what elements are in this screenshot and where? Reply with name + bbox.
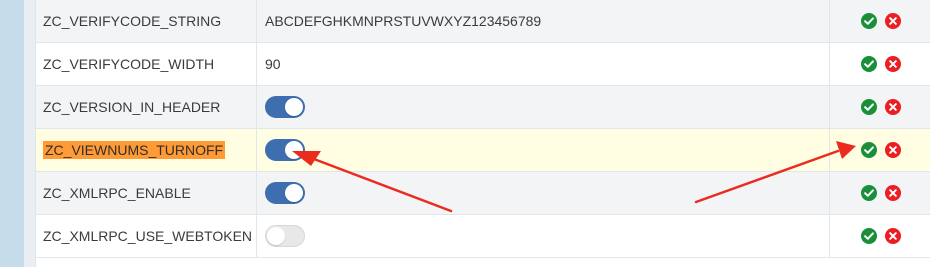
setting-name: ZC_XMLRPC_ENABLE bbox=[43, 185, 191, 201]
check-circle-icon[interactable] bbox=[860, 228, 877, 244]
setting-actions bbox=[830, 0, 930, 42]
check-circle-icon[interactable] bbox=[860, 13, 877, 29]
setting-name-cell: ZC_VERIFYCODE_WIDTH bbox=[36, 43, 257, 85]
toggle-switch[interactable] bbox=[265, 139, 305, 161]
check-circle-icon[interactable] bbox=[860, 185, 877, 201]
table-row: ZC_VERIFYCODE_WIDTH 90 bbox=[36, 43, 930, 86]
check-circle-icon[interactable] bbox=[860, 142, 877, 158]
setting-name: ZC_VERIFYCODE_WIDTH bbox=[43, 56, 215, 72]
toggle-knob bbox=[285, 98, 303, 116]
check-circle-icon[interactable] bbox=[860, 56, 877, 72]
close-circle-icon[interactable] bbox=[884, 185, 901, 201]
setting-value: 90 bbox=[265, 56, 281, 72]
setting-name-cell: ZC_VERIFYCODE_STRING bbox=[36, 0, 257, 42]
check-circle-icon[interactable] bbox=[860, 99, 877, 115]
table-row: ZC_VERIFYCODE_STRING ABCDEFGHKMNPRSTUVWX… bbox=[36, 0, 930, 43]
setting-actions bbox=[830, 43, 930, 85]
table-row: ZC_XMLRPC_USE_WEBTOKEN bbox=[36, 215, 930, 258]
setting-name-cell: ZC_VIEWNUMS_TURNOFF bbox=[36, 129, 257, 171]
close-circle-icon[interactable] bbox=[884, 56, 901, 72]
setting-value: ABCDEFGHKMNPRSTUVWXYZ123456789 bbox=[265, 13, 542, 29]
settings-table: ZC_VERIFYCODE_STRING ABCDEFGHKMNPRSTUVWX… bbox=[35, 0, 930, 267]
setting-name: ZC_VERIFYCODE_STRING bbox=[43, 13, 222, 29]
setting-actions bbox=[830, 215, 930, 257]
setting-name: ZC_VERSION_IN_HEADER bbox=[43, 99, 221, 115]
close-circle-icon[interactable] bbox=[884, 13, 901, 29]
setting-name: ZC_VIEWNUMS_TURNOFF bbox=[43, 141, 226, 159]
setting-value-cell bbox=[257, 215, 830, 257]
setting-value-cell: ABCDEFGHKMNPRSTUVWXYZ123456789 bbox=[257, 0, 830, 42]
setting-value-cell bbox=[257, 86, 830, 128]
close-circle-icon[interactable] bbox=[884, 99, 901, 115]
toggle-knob bbox=[267, 227, 285, 245]
settings-panel: ZC_VERIFYCODE_STRING ABCDEFGHKMNPRSTUVWX… bbox=[24, 0, 930, 267]
table-row: ZC_XMLRPC_ENABLE bbox=[36, 172, 930, 215]
toggle-switch[interactable] bbox=[265, 182, 305, 204]
toggle-switch[interactable] bbox=[265, 225, 305, 247]
table-row: ZC_VERSION_IN_HEADER bbox=[36, 86, 930, 129]
setting-value-cell bbox=[257, 129, 830, 171]
setting-actions bbox=[830, 172, 930, 214]
setting-name-cell: ZC_XMLRPC_ENABLE bbox=[36, 172, 257, 214]
toggle-knob bbox=[285, 184, 303, 202]
table-row: ZC_VIEWNUMS_TURNOFF bbox=[36, 129, 930, 172]
setting-value-cell bbox=[257, 172, 830, 214]
toggle-switch[interactable] bbox=[265, 96, 305, 118]
setting-value-cell: 90 bbox=[257, 43, 830, 85]
settings-page: ZC_VERIFYCODE_STRING ABCDEFGHKMNPRSTUVWX… bbox=[0, 0, 930, 267]
setting-actions bbox=[830, 86, 930, 128]
setting-name-cell: ZC_VERSION_IN_HEADER bbox=[36, 86, 257, 128]
setting-actions bbox=[830, 129, 930, 171]
setting-name-cell: ZC_XMLRPC_USE_WEBTOKEN bbox=[36, 215, 257, 257]
close-circle-icon[interactable] bbox=[884, 142, 901, 158]
close-circle-icon[interactable] bbox=[884, 228, 901, 244]
setting-name: ZC_XMLRPC_USE_WEBTOKEN bbox=[43, 228, 253, 244]
toggle-knob bbox=[285, 141, 303, 159]
